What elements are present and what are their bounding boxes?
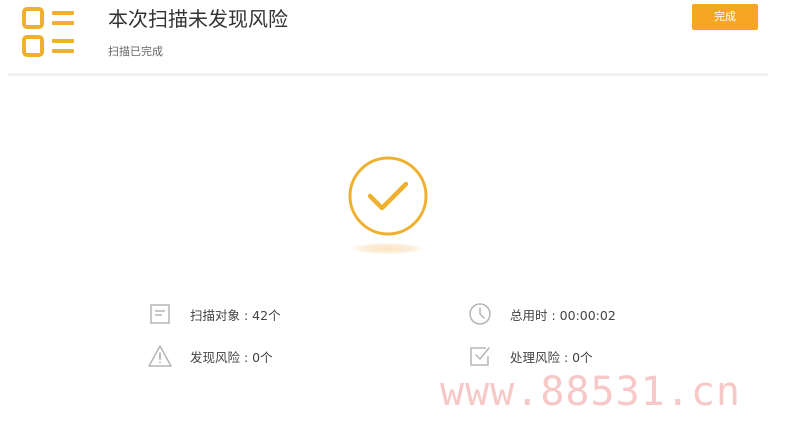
check-circle-icon [348,156,428,236]
checkbox-icon [470,347,490,366]
stat-risks-found: 发现风险 : 0个 [148,344,273,368]
done-button[interactable]: 完成 [692,4,758,30]
check-shadow [352,243,422,254]
list-icon [22,7,74,57]
stat-risks-found-label: 发现风险 : 0个 [190,349,273,365]
stat-risks-handled: 处理风险 : 0个 [468,344,593,368]
scan-status-text: 扫描已完成 [108,45,163,58]
warning-icon [148,345,172,367]
watermark-text: www.88531.cn [440,369,741,415]
clock-icon [469,303,491,325]
stat-scanned-objects-label: 扫描对象 : 42个 [190,307,281,323]
document-icon [150,304,170,324]
stat-total-time-label: 总用时 : 00:00:02 [510,307,616,323]
page-title: 本次扫描未发现风险 [108,7,288,31]
header-divider [8,73,768,76]
stat-scanned-objects: 扫描对象 : 42个 [148,302,281,326]
stat-risks-handled-label: 处理风险 : 0个 [510,349,593,365]
stat-total-time: 总用时 : 00:00:02 [468,302,616,326]
